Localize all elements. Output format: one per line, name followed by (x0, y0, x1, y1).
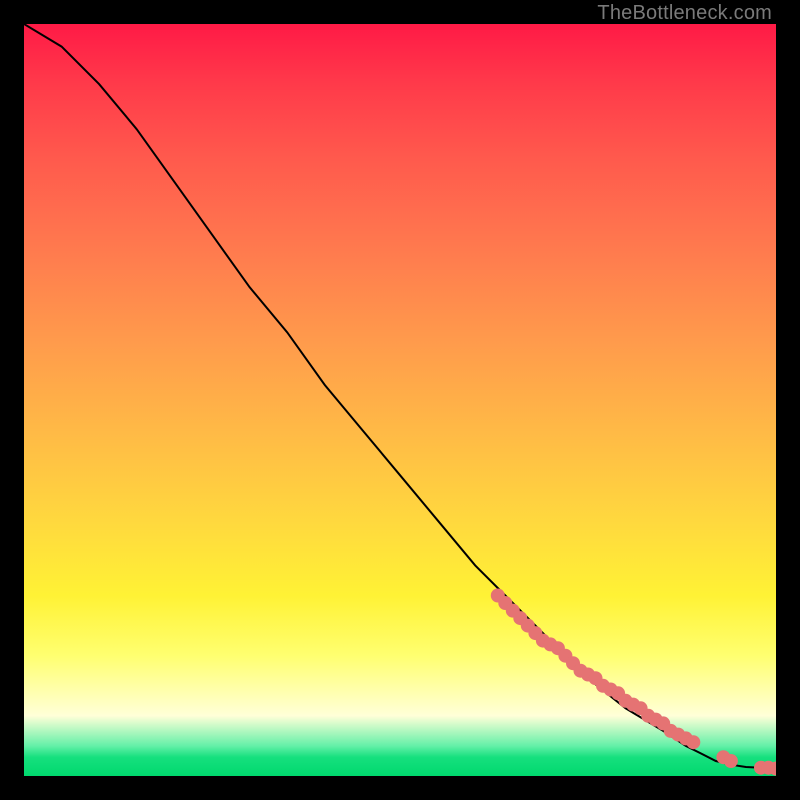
chart-frame: TheBottleneck.com (0, 0, 800, 800)
curve-markers (491, 589, 776, 776)
watermark-label: TheBottleneck.com (597, 2, 772, 25)
bottleneck-curve (24, 24, 776, 769)
curve-line (24, 24, 776, 769)
plot-area (24, 24, 776, 776)
chart-svg (24, 24, 776, 776)
data-point (686, 735, 700, 749)
data-point (724, 754, 738, 768)
